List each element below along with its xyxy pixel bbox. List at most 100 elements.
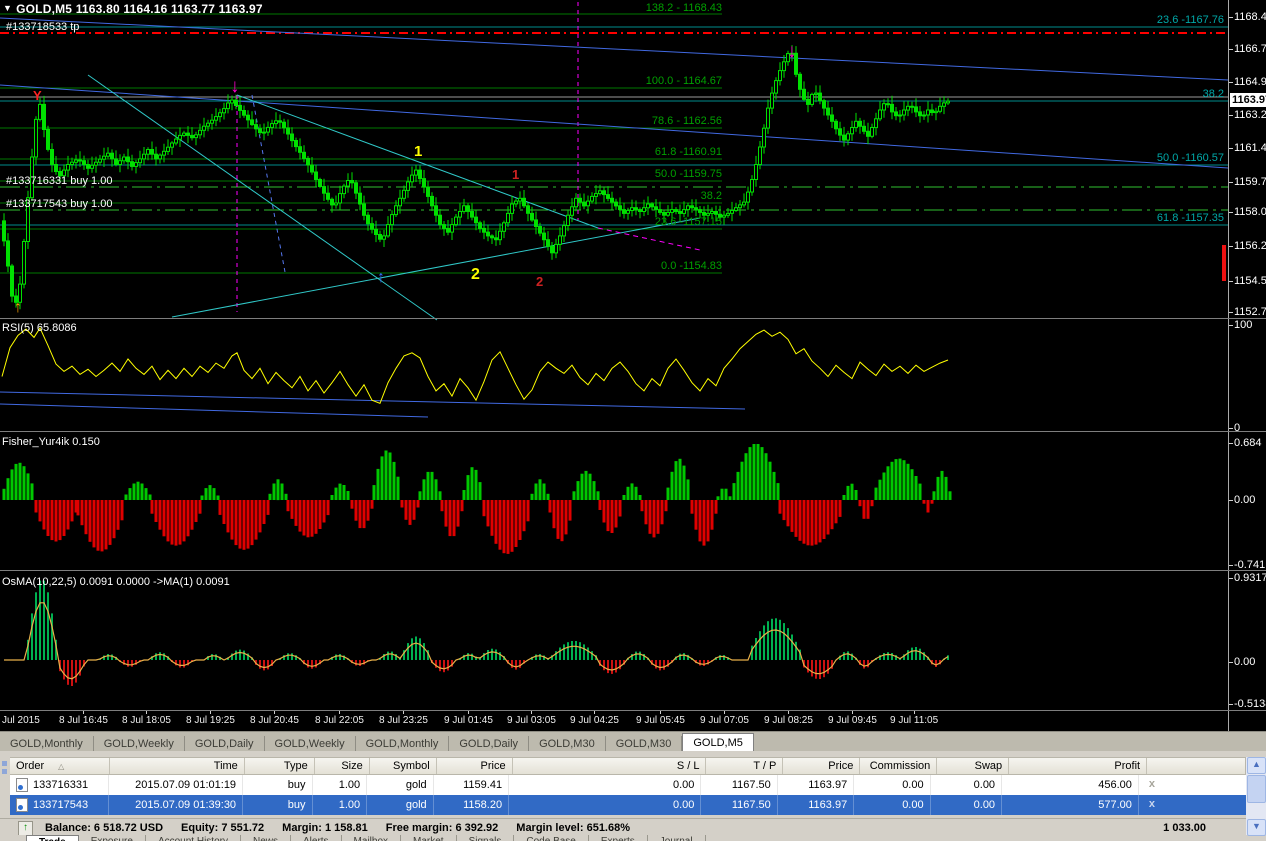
cell-price: 1163.97 <box>778 795 855 815</box>
price-tick: 1164.95 <box>1234 76 1266 88</box>
terminal-tab-experts[interactable]: Experts <box>589 835 648 841</box>
terminal-scrollbar[interactable]: ▲ ▼ <box>1246 757 1266 836</box>
terminal-tab-alerts[interactable]: Alerts <box>291 835 342 841</box>
order-row-133717543[interactable]: 133717543 2015.07.09 01:39:30 buy 1.00 gold 1… <box>10 795 1246 815</box>
svg-text:2: 2 <box>536 274 543 289</box>
terminal-tab-news[interactable]: News <box>241 835 291 841</box>
chart-tab-gold-m30-6[interactable]: GOLD,M30 <box>529 736 606 752</box>
fisher-tick: 0.00 <box>1234 494 1256 506</box>
time-axis[interactable]: Jul 2015 8 Jul 16:45 8 Jul 18:05 8 Jul 19:2… <box>0 711 1228 731</box>
price-tick: 1166.70 <box>1234 43 1266 55</box>
chart-tab-gold-weekly-3[interactable]: GOLD,Weekly <box>265 736 356 752</box>
price-axis[interactable]: 1168.45 1166.70 1164.95 1163.20 1161.45 1159.… <box>1228 0 1266 731</box>
terminal-tab-market[interactable]: Market <box>401 835 457 841</box>
price-tick: 1161.45 <box>1234 142 1266 154</box>
fib-level-green-2: 78.6 - 1162.56 <box>651 115 722 127</box>
orders-table-header: Order △ Time Type Size Symbol Price S / LT / PP… <box>10 757 1246 775</box>
price-tick: 1163.20 <box>1234 109 1266 121</box>
chart-drawing: ↓↓↑↑Y112 2 <box>0 2 1229 686</box>
price-tick: 1168.45 <box>1234 11 1266 23</box>
cell-commission: 0.00 <box>854 775 931 795</box>
fib-level-teal-3: 61.8 -1157.35 <box>1156 212 1224 224</box>
terminal-bottom-tabs-clip: TradeExposureAccount HistoryNewsAlertsMa… <box>0 835 1266 841</box>
close-position-button[interactable]: x <box>1139 795 1246 815</box>
terminal-tab-journal[interactable]: Journal <box>648 835 706 841</box>
cell-price: 1163.97 <box>778 775 855 795</box>
pane-separator[interactable] <box>0 710 1266 711</box>
time-label-13: 9 Jul 09:45 <box>828 715 877 726</box>
chart-tab-gold-monthly-4[interactable]: GOLD,Monthly <box>356 736 450 752</box>
column-header-profit[interactable]: Profit <box>1009 758 1148 774</box>
scroll-down-button[interactable]: ▼ <box>1247 819 1266 836</box>
terminal-tab-signals[interactable]: Signals <box>457 835 515 841</box>
chart-tab-gold-m30-7[interactable]: GOLD,M30 <box>606 736 683 752</box>
fib-level-green-7: 0.0 -1154.83 <box>661 260 722 272</box>
pane-separator[interactable] <box>0 318 1266 319</box>
rsi-tick: 0 <box>1234 422 1241 434</box>
column-header-commission[interactable]: Commission <box>860 758 938 774</box>
order-doc-icon <box>16 798 28 812</box>
column-header-t-p[interactable]: T / P <box>706 758 784 774</box>
column-header-swap[interactable]: Swap <box>937 758 1010 774</box>
account-summary-text: Balance: 6 518.72 USD Equity: 7 551.72 Mar… <box>45 822 631 834</box>
cell-s-l: 0.00 <box>509 795 702 815</box>
scroll-up-button[interactable]: ▲ <box>1247 757 1266 774</box>
cell-size: 1.00 <box>313 775 368 795</box>
scroll-thumb[interactable] <box>1247 775 1266 803</box>
column-header-price[interactable]: Price <box>783 758 861 774</box>
time-label-9: 9 Jul 04:25 <box>570 715 619 726</box>
time-label-8: 9 Jul 03:05 <box>507 715 556 726</box>
cell-s-l: 0.00 <box>509 775 702 795</box>
chart-tab-gold-monthly-0[interactable]: GOLD,Monthly <box>0 736 94 752</box>
osma-tick: 0.9317 <box>1234 572 1266 584</box>
svg-text:↑: ↑ <box>14 299 22 316</box>
price-tick: 1159.75 <box>1234 176 1266 188</box>
cell-order: 133717543 <box>10 795 110 815</box>
terminal-tab-account-history[interactable]: Account History <box>146 835 241 841</box>
cell-symbol: gold <box>367 795 434 815</box>
fib-level-green-0: 138.2 - 1168.43 <box>645 2 722 14</box>
time-label-5: 8 Jul 22:05 <box>315 715 364 726</box>
time-label-11: 9 Jul 07:05 <box>700 715 749 726</box>
cell-t-p: 1167.50 <box>701 795 778 815</box>
fisher-tick: 0.684 <box>1234 437 1262 449</box>
balance-arrow-icon: ↑ <box>18 821 33 836</box>
pane-separator[interactable] <box>0 431 1266 432</box>
time-label-6: 8 Jul 23:25 <box>379 715 428 726</box>
column-header-size[interactable]: Size <box>315 758 370 774</box>
pane-separator[interactable] <box>0 570 1266 571</box>
cell-price: 1158.20 <box>434 795 510 815</box>
chart-tab-gold-m5-8[interactable]: GOLD,M5 <box>682 733 754 752</box>
order-row-133716331[interactable]: 133716331 2015.07.09 01:01:19 buy 1.00 gold 1… <box>10 775 1246 795</box>
price-tick: 1158.00 <box>1234 206 1266 218</box>
time-label-7: 9 Jul 01:45 <box>444 715 493 726</box>
column-header-order[interactable]: Order △ <box>10 758 110 774</box>
osma-tick: -0.5138 <box>1234 698 1266 710</box>
cell-t-p: 1167.50 <box>701 775 778 795</box>
chart-tab-gold-weekly-1[interactable]: GOLD,Weekly <box>94 736 185 752</box>
terminal-tab-exposure[interactable]: Exposure <box>79 835 146 841</box>
close-position-button[interactable]: x <box>1139 775 1246 795</box>
terminal-tab-code-base[interactable]: Code Base <box>514 835 589 841</box>
terminal-tab-trade[interactable]: Trade <box>26 835 79 841</box>
mt4-terminal-window: ↓ ↓ ↑ ↑ Y 1 1 2 2 ▼ GOLD,M5 1163.80 1164.16 1163.… <box>0 0 1266 841</box>
terminal-tab-mailbox[interactable]: Mailbox <box>342 835 402 841</box>
cell-size: 1.00 <box>313 795 368 815</box>
chart-tab-gold-daily-5[interactable]: GOLD,Daily <box>449 736 530 752</box>
cell-type: buy <box>243 795 313 815</box>
fib-level-green-1: 100.0 - 1164.67 <box>645 75 722 87</box>
cell-symbol: gold <box>367 775 434 795</box>
rsi-tick: 100 <box>1234 319 1253 331</box>
column-header-symbol[interactable]: Symbol <box>370 758 437 774</box>
chart-canvas[interactable]: ↓ ↓ ↑ ↑ Y 1 1 2 2 ▼ GOLD,M5 1163.80 1164.16 1163.… <box>0 0 1266 731</box>
sort-ascending-icon: △ <box>58 762 65 771</box>
fisher-indicator-label: Fisher_Yur4ik 0.150 <box>2 436 100 448</box>
column-header-time[interactable]: Time <box>110 758 245 774</box>
column-header-type[interactable]: Type <box>245 758 315 774</box>
column-header-s-l[interactable]: S / L <box>513 758 707 774</box>
time-label-4: 8 Jul 20:45 <box>250 715 299 726</box>
column-header-price[interactable]: Price <box>437 758 513 774</box>
svg-text:↓: ↓ <box>787 41 797 62</box>
price-tick: 1156.25 <box>1234 240 1266 252</box>
chart-tab-gold-daily-2[interactable]: GOLD,Daily <box>185 736 265 752</box>
